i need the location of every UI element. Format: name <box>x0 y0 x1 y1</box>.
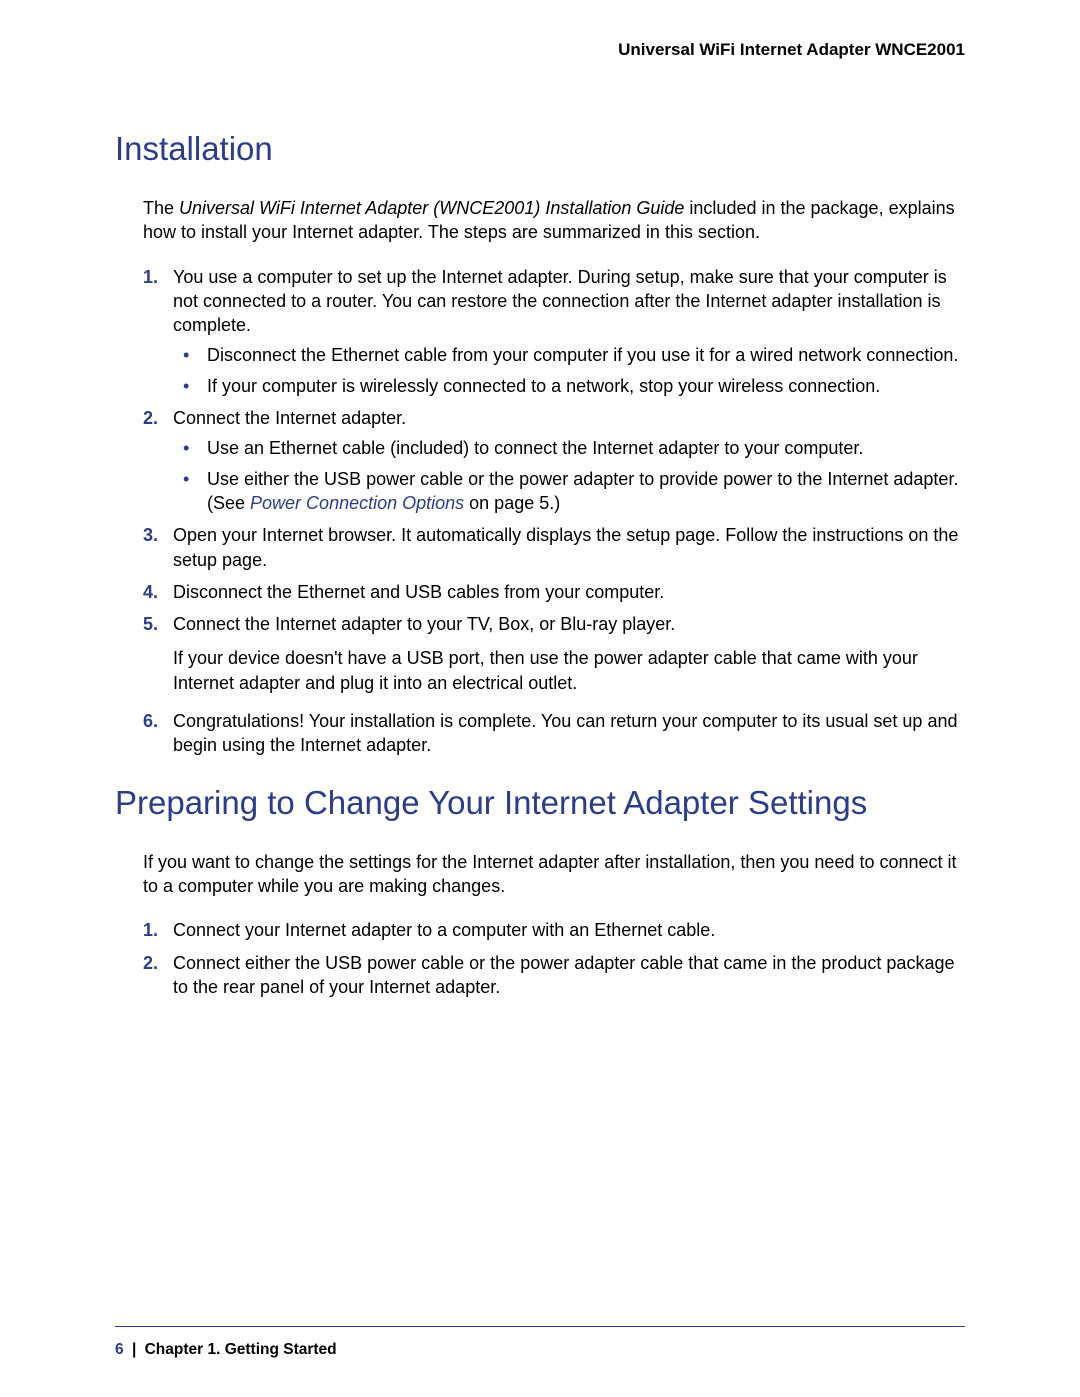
page-number: 6 <box>115 1341 124 1358</box>
step-number: 2. <box>143 951 158 975</box>
step-number: 2. <box>143 406 158 430</box>
sub-bullet: Disconnect the Ethernet cable from your … <box>173 343 965 367</box>
step-1-sub: Disconnect the Ethernet cable from your … <box>173 343 965 398</box>
step-text: Open your Internet browser. It automatic… <box>173 525 958 569</box>
step-5-note: If your device doesn't have a USB port, … <box>173 646 965 695</box>
step-number: 1. <box>143 265 158 289</box>
step-number: 1. <box>143 918 158 942</box>
step-4: 4. Disconnect the Ethernet and USB cable… <box>143 580 965 604</box>
step-2-sub: Use an Ethernet cable (included) to conn… <box>173 436 965 515</box>
step-text: Connect the Internet adapter to your TV,… <box>173 614 675 634</box>
step-text: Connect the Internet adapter. <box>173 408 406 428</box>
step-2: 2. Connect either the USB power cable or… <box>143 951 965 1000</box>
step-1: 1. You use a computer to set up the Inte… <box>143 265 965 398</box>
step-3: 3. Open your Internet browser. It automa… <box>143 523 965 572</box>
step-number: 4. <box>143 580 158 604</box>
step-text: Connect either the USB power cable or th… <box>173 953 954 997</box>
preparing-body: If you want to change the settings for t… <box>143 850 965 999</box>
intro-italic: Universal WiFi Internet Adapter (WNCE200… <box>179 198 684 218</box>
intro-pre: The <box>143 198 179 218</box>
page: Universal WiFi Internet Adapter WNCE2001… <box>0 0 1080 1397</box>
installation-body: The Universal WiFi Internet Adapter (WNC… <box>143 196 965 758</box>
step-1: 1. Connect your Internet adapter to a co… <box>143 918 965 942</box>
preparing-steps: 1. Connect your Internet adapter to a co… <box>143 918 965 999</box>
step-2: 2. Connect the Internet adapter. Use an … <box>143 406 965 515</box>
step-5: 5. Connect the Internet adapter to your … <box>143 612 965 695</box>
sub-bullet: Use either the USB power cable or the po… <box>173 467 965 516</box>
footer-rule <box>115 1326 965 1327</box>
step-text: Disconnect the Ethernet and USB cables f… <box>173 582 664 602</box>
step-number: 6. <box>143 709 158 733</box>
heading-installation: Installation <box>115 130 965 168</box>
cross-ref-link[interactable]: Power Connection Options <box>250 493 464 513</box>
step-text: Connect your Internet adapter to a compu… <box>173 920 715 940</box>
running-header: Universal WiFi Internet Adapter WNCE2001 <box>115 40 965 60</box>
step-text: Congratulations! Your installation is co… <box>173 711 957 755</box>
step-number: 3. <box>143 523 158 547</box>
step-number: 5. <box>143 612 158 636</box>
installation-steps: 1. You use a computer to set up the Inte… <box>143 265 965 758</box>
heading-preparing: Preparing to Change Your Internet Adapte… <box>115 784 965 822</box>
step-text: You use a computer to set up the Interne… <box>173 267 947 336</box>
sub-text-post: on page 5.) <box>464 493 560 513</box>
sub-bullet: If your computer is wirelessly connected… <box>173 374 965 398</box>
step-6: 6. Congratulations! Your installation is… <box>143 709 965 758</box>
chapter-label: Chapter 1. Getting Started <box>145 1341 337 1358</box>
footer-separator: | <box>132 1341 136 1358</box>
sub-bullet: Use an Ethernet cable (included) to conn… <box>173 436 965 460</box>
preparing-intro: If you want to change the settings for t… <box>143 850 965 899</box>
installation-intro: The Universal WiFi Internet Adapter (WNC… <box>143 196 965 245</box>
page-footer: 6 | Chapter 1. Getting Started <box>115 1341 337 1359</box>
